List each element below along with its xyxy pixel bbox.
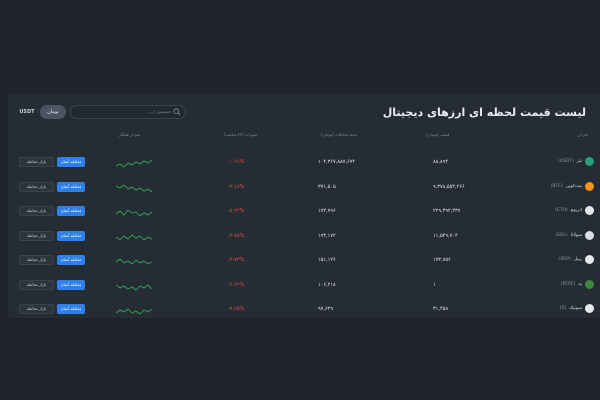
weekly-sparkline (116, 159, 153, 168)
coin-symbol: (BTC) (550, 183, 563, 189)
easy-trade-button[interactable]: معامله آسان (57, 157, 85, 167)
table-row[interactable]: بیت‌کوین (BTC) ۹,۳۷۸,۵۵۳,۲۶۶ ۳۷۱,۵۰۵ -۳.… (8, 175, 600, 199)
coin-cell[interactable]: تتر (USDT) (558, 157, 594, 166)
col-chart: نمودار هفتگی (118, 132, 141, 137)
coin-cell[interactable]: په (PEPE) (560, 279, 594, 289)
coin-cell[interactable]: سولانا (SOL) (555, 230, 594, 240)
change-cell: -۵.۲۲% (228, 208, 245, 214)
easy-trade-button[interactable]: معامله آسان (57, 181, 85, 192)
coin-name: ریپل (573, 257, 582, 262)
search-input[interactable]: جستجوی ارز... (70, 105, 186, 119)
coin-symbol: (SOL) (555, 232, 568, 238)
volume-cell: ۱۰۴,۳۶۷,۸۸۷,۶۷۴ (318, 159, 355, 165)
price-cell: ۱۱,۵۴۹,۷۰۴ (433, 232, 458, 239)
easy-trade-button[interactable]: معامله آسان (57, 304, 85, 314)
market-button[interactable]: بازار معامله (19, 255, 54, 265)
weekly-sparkline (116, 183, 153, 192)
coin-cell[interactable]: ریپل (XRP) (558, 255, 594, 264)
coin-name: سونیک (569, 306, 582, 311)
table-row[interactable]: سولانا (SOL) ۱۱,۵۴۹,۷۰۴ ۱۷۳,۱۷۲ -۳.۷۵% م… (8, 224, 600, 248)
change-cell: -۳.۱۸% (228, 183, 245, 190)
coin-name: تتر (576, 159, 582, 164)
easy-trade-button[interactable]: معامله آسان (57, 279, 85, 290)
table-row[interactable]: ریپل (XRP) ۱۷۳,۷۵۶ ۱۵۱,۱۲۶ -۳.۷۳% معامله… (8, 248, 600, 272)
col-price[interactable]: قیمت (تومان) (426, 132, 449, 137)
col-name: نام ارز (576, 132, 588, 137)
volume-cell: ۱۷۳,۷۹۶ (318, 208, 336, 214)
change-cell: -۹.۲۵% (228, 306, 245, 312)
coin-symbol: (ETH) (555, 208, 568, 213)
price-list-panel: لیست قیمت لحظه ای ارزهای دیجیتال جستجوی … (8, 94, 600, 318)
coin-symbol: (USDT) (558, 159, 574, 164)
price-cell: ۸۸,۸۹۴ (433, 159, 449, 165)
weekly-sparkline (116, 308, 153, 315)
weekly-sparkline (116, 233, 153, 241)
coin-cell[interactable]: سونیک (S) (560, 304, 594, 313)
volume-cell: ۳۷۱,۵۰۵ (318, 183, 336, 190)
market-button[interactable]: بازار معامله (19, 181, 54, 192)
coin-cell[interactable]: اتریوم (ETH) (555, 206, 594, 215)
toman-toggle[interactable]: تومان (40, 105, 66, 119)
coin-cell[interactable]: بیت‌کوین (BTC) (550, 181, 594, 191)
pepe-icon (585, 279, 594, 289)
easy-trade-button[interactable]: معامله آسان (57, 206, 85, 216)
change-cell: -۶.۶۲% (228, 281, 245, 288)
col-volume[interactable]: حجم معاملات (تومان) (321, 132, 357, 137)
xrp-icon (585, 255, 594, 264)
table-row[interactable]: سونیک (S) ۳۱,۴۵۸ ۹۷,۶۲۹ -۹.۲۵% معامله آس… (8, 297, 600, 318)
sonic-icon (585, 304, 594, 313)
change-cell: -۳.۷۵% (228, 232, 245, 239)
coin-name: په (578, 281, 582, 287)
price-cell: ۱ (433, 281, 436, 288)
price-cell: ۲۲۹,۳۹۲,۳۳۷ (433, 208, 461, 214)
price-cell: ۹,۳۷۸,۵۵۳,۲۶۶ (433, 183, 465, 190)
sol-icon (585, 230, 594, 240)
usdt-toggle[interactable]: USDT (16, 107, 38, 117)
easy-trade-button[interactable]: معامله آسان (57, 230, 85, 241)
coin-name: بیت‌کوین (565, 183, 582, 189)
market-button[interactable]: بازار معامله (19, 230, 54, 241)
price-cell: ۳۱,۴۵۸ (433, 306, 449, 312)
volume-cell: ۱۷۳,۱۷۲ (318, 232, 336, 239)
price-cell: ۱۷۳,۷۵۶ (433, 257, 451, 263)
change-cell: -۳.۷۳% (228, 257, 245, 263)
coin-symbol: (S) (559, 306, 567, 311)
market-button[interactable]: بازار معامله (19, 279, 54, 290)
coin-name: اتریوم (570, 208, 582, 213)
easy-trade-button[interactable]: معامله آسان (57, 255, 85, 265)
coin-name: سولانا (570, 232, 582, 238)
weekly-sparkline (116, 209, 153, 217)
change-cell: -۰.۶۱% (228, 159, 245, 165)
weekly-sparkline (116, 258, 153, 265)
search-placeholder: جستجوی ارز... (145, 109, 171, 114)
table-row[interactable]: اتریوم (ETH) ۲۲۹,۳۹۲,۳۳۷ ۱۷۳,۷۹۶ -۵.۲۲% … (8, 199, 600, 223)
volume-cell: ۱۵۱,۱۲۶ (318, 257, 336, 263)
volume-cell: ۱۰۶,۲۱۸ (318, 281, 336, 288)
weekly-sparkline (116, 283, 153, 291)
coin-symbol: (XRP) (558, 257, 571, 262)
market-button[interactable]: بازار معامله (19, 206, 54, 216)
col-change[interactable]: تغییرات (۲۴ ساعت) (224, 132, 257, 137)
btc-icon (585, 181, 594, 191)
coin-symbol: (PEPE) (560, 281, 576, 287)
table-row[interactable]: تتر (USDT) ۸۸,۸۹۴ ۱۰۴,۳۶۷,۸۸۷,۶۷۴ -۰.۶۱%… (8, 150, 600, 174)
market-button[interactable]: بازار معامله (19, 304, 54, 314)
volume-cell: ۹۷,۶۲۹ (318, 306, 334, 312)
page-title: لیست قیمت لحظه ای ارزهای دیجیتال (382, 106, 586, 119)
eth-icon (585, 206, 594, 215)
search-icon (173, 108, 181, 116)
usdt-icon (585, 157, 594, 166)
table-row[interactable]: په (PEPE) ۱ ۱۰۶,۲۱۸ -۶.۶۲% معامله آسان ب… (8, 273, 600, 297)
market-button[interactable]: بازار معامله (19, 157, 54, 167)
